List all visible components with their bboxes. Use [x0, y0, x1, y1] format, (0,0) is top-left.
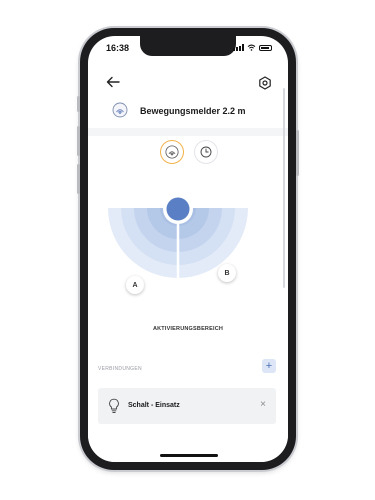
- phone-mute-switch: [77, 96, 80, 112]
- wifi-icon: [247, 44, 256, 51]
- gear-icon[interactable]: [258, 76, 272, 90]
- motion-sensor-icon: [165, 145, 179, 159]
- phone-notch: [140, 36, 236, 56]
- lightbulb-icon: [109, 398, 119, 413]
- connection-label: Schalt - Einsatz: [128, 402, 180, 409]
- zone-b-badge[interactable]: B: [218, 264, 236, 282]
- app-screen: 16:38 Bewegungsmelder 2.2 m A B AKTIVIER…: [88, 36, 288, 462]
- sensor-dot: [166, 197, 190, 221]
- scrollbar[interactable]: [283, 88, 285, 288]
- detection-range-caption: AKTIVIERUNGSBEREICH: [152, 326, 224, 332]
- signal-icon: [233, 44, 244, 51]
- zone-a-badge[interactable]: A: [126, 276, 144, 294]
- add-connection-button[interactable]: +: [262, 359, 276, 373]
- home-indicator: [160, 454, 218, 457]
- battery-icon: [259, 44, 272, 51]
- arrow-left-icon[interactable]: [106, 76, 120, 88]
- mode-timer-button[interactable]: [194, 140, 218, 164]
- page-title: Bewegungsmelder 2.2 m: [140, 106, 246, 116]
- remove-connection-button[interactable]: ×: [260, 399, 266, 411]
- phone-volume-up: [77, 126, 80, 156]
- connection-item[interactable]: Schalt - Einsatz ×: [98, 388, 276, 424]
- phone-power-button: [296, 130, 299, 176]
- connections-section-label: VERBINDUNGEN: [98, 366, 142, 372]
- header-divider: [88, 128, 288, 136]
- device-detail-panel: A B AKTIVIERUNGSBEREICH VERBINDUNGEN + S…: [88, 128, 288, 462]
- status-time: 16:38: [106, 43, 130, 53]
- clock-icon: [200, 146, 212, 158]
- phone-frame: 16:38 Bewegungsmelder 2.2 m A B AKTIVIER…: [80, 28, 296, 470]
- motion-sensor-icon: [112, 102, 128, 118]
- mode-motion-button[interactable]: [160, 140, 184, 164]
- status-icons: [233, 44, 272, 51]
- phone-volume-down: [77, 164, 80, 194]
